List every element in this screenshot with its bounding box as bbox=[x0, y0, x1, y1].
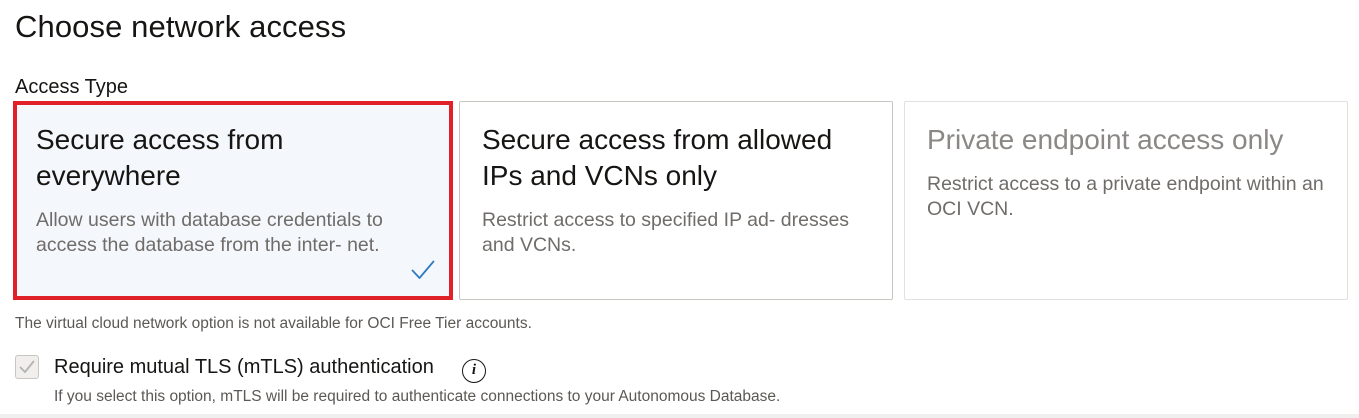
page-title: Choose network access bbox=[15, 9, 347, 44]
access-option-title: Secure access from everywhere bbox=[36, 124, 284, 191]
access-option-title: Secure access from allowed IPs and VCNs … bbox=[482, 124, 833, 191]
access-option-title: Private endpoint access only bbox=[927, 124, 1284, 155]
divider bbox=[0, 414, 1359, 418]
mtls-checkbox[interactable] bbox=[15, 355, 39, 379]
access-option-description: Restrict access to a private endpoint wi… bbox=[927, 173, 1324, 220]
access-type-label: Access Type bbox=[15, 76, 129, 98]
access-option-description: Allow users with database credentials to… bbox=[36, 209, 383, 256]
info-icon[interactable]: i bbox=[462, 359, 486, 383]
mtls-help-text: If you select this option, mTLS will be … bbox=[54, 388, 781, 405]
access-option-private-endpoint: Private endpoint access only Restrict ac… bbox=[904, 101, 1348, 300]
access-option-description: Restrict access to specified IP ad- dres… bbox=[482, 209, 850, 256]
access-option-everywhere[interactable]: Secure access from everywhere Allow user… bbox=[13, 101, 453, 300]
free-tier-note: The virtual cloud network option is not … bbox=[15, 315, 532, 332]
access-option-allowed-ips[interactable]: Secure access from allowed IPs and VCNs … bbox=[459, 101, 893, 300]
mtls-label[interactable]: Require mutual TLS (mTLS) authentication bbox=[54, 356, 434, 379]
checkmark-icon bbox=[411, 260, 435, 279]
checkbox-check-icon bbox=[19, 360, 35, 373]
